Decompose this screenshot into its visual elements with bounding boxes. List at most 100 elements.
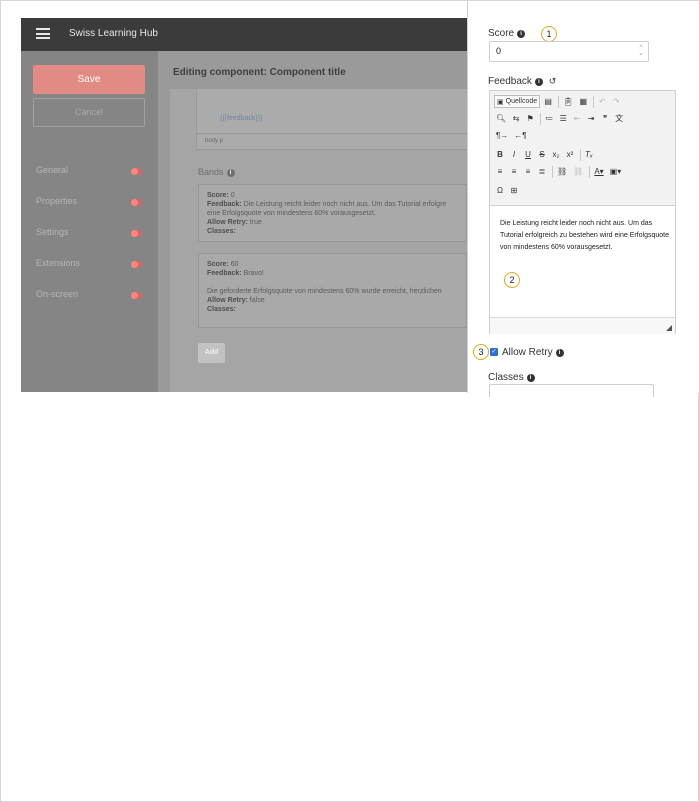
bold-icon[interactable]: B xyxy=(494,148,506,161)
band-item[interactable]: Score: 60 Feedback: Bravo! Die gefordert… xyxy=(198,253,467,328)
retry-label: Allow Retry: xyxy=(207,297,248,304)
document-icon: ▣ xyxy=(497,98,504,106)
main-content: Editing component: Component title {{{fe… xyxy=(158,51,467,392)
sidebar: Save Cancel General Properties Settings … xyxy=(21,51,158,392)
resize-handle-icon[interactable] xyxy=(666,325,672,331)
strikethrough-icon[interactable]: S xyxy=(536,148,548,161)
rich-text-editor[interactable]: ▣ Quellcode ▤ 📋︎ ▦ ↶ ↷ 🔍︎ ⇆ ⚑ ≔ ☰ ⇤ ⇥ ❞ … xyxy=(489,90,676,334)
classes-field-label: Classes i xyxy=(488,372,535,383)
italic-icon[interactable]: I xyxy=(508,148,520,161)
align-right-icon[interactable]: ≡ xyxy=(522,165,534,178)
info-icon[interactable]: i xyxy=(526,374,535,382)
align-center-icon[interactable]: ≡ xyxy=(508,165,520,178)
band-edit-panel: Score i 1 0 ⌃ ⌄ Feedback i ↺ ▣ Quellcode ▤ 📋… xyxy=(467,1,699,397)
toggle-switch[interactable] xyxy=(131,199,142,206)
menu-icon[interactable] xyxy=(36,28,50,39)
numbered-list-icon[interactable]: ≔ xyxy=(543,112,555,125)
indent-icon[interactable]: ⇥ xyxy=(585,112,597,125)
feedback-label: Feedback: xyxy=(207,201,242,208)
flag-icon[interactable]: ⚑ xyxy=(524,112,536,125)
source-button[interactable]: ▣ Quellcode xyxy=(494,95,541,108)
sidebar-item-on-screen[interactable]: On-screen xyxy=(36,289,146,303)
clear-format-icon[interactable]: Tₓ xyxy=(583,148,595,161)
classes-label-text: Classes xyxy=(488,372,524,383)
component-card: {{{feedback}}} body p Bands i Score: 0 Fe… xyxy=(170,89,467,392)
find-icon[interactable]: 🔍︎ xyxy=(494,112,508,125)
undo-icon[interactable]: ↶ xyxy=(596,95,608,108)
toggle-switch[interactable] xyxy=(131,292,142,299)
score-label: Score: xyxy=(207,192,229,199)
sidebar-item-extensions[interactable]: Extensions xyxy=(36,258,146,272)
score-label-text: Score xyxy=(488,28,515,39)
templates-icon[interactable]: ▤ xyxy=(542,95,554,108)
toggle-switch[interactable] xyxy=(131,230,142,237)
editor-content[interactable]: Die Leistung reicht leider noch nicht au… xyxy=(500,218,670,254)
rtl-icon[interactable]: ←¶ xyxy=(512,129,528,142)
language-icon[interactable]: 文 xyxy=(613,112,625,125)
unlink-icon[interactable]: ⛓︎ xyxy=(571,165,585,178)
sidebar-item-general[interactable]: General xyxy=(36,165,146,179)
allow-retry-label: Allow Retry i xyxy=(502,347,564,358)
sidebar-item-settings[interactable]: Settings xyxy=(36,227,146,241)
replace-icon[interactable]: ⇆ xyxy=(510,112,522,125)
subscript-icon[interactable]: x₂ xyxy=(550,148,562,161)
redo-icon[interactable]: ↷ xyxy=(610,95,622,108)
feedback-text-cont: eine Erfolgsquote von mindestens 60% vor… xyxy=(207,210,376,217)
blockquote-icon[interactable]: ❞ xyxy=(599,112,611,125)
score-field-label: Score i xyxy=(488,28,526,39)
paste-text-icon[interactable]: ▦ xyxy=(577,95,589,108)
sidebar-item-label: Settings xyxy=(36,227,69,237)
allow-retry-text: Allow Retry xyxy=(502,347,553,358)
paste-icon[interactable]: 📋︎ xyxy=(561,95,575,108)
toggle-switch[interactable] xyxy=(131,261,142,268)
toggle-switch[interactable] xyxy=(131,168,142,175)
justify-icon[interactable]: ≣ xyxy=(536,165,548,178)
sidebar-item-label: On-screen xyxy=(36,289,79,299)
ltr-icon[interactable]: ¶→ xyxy=(494,129,510,142)
feedback-text-cont: Die geforderte Erfolgsquote von mindeste… xyxy=(207,288,442,295)
align-left-icon[interactable]: ≡ xyxy=(494,165,506,178)
outdent-icon[interactable]: ⇤ xyxy=(571,112,583,125)
info-icon[interactable]: i xyxy=(534,78,543,86)
cancel-button[interactable]: Cancel xyxy=(33,98,145,127)
sidebar-item-label: Extensions xyxy=(36,258,81,268)
spinner-icon[interactable]: ⌃ ⌄ xyxy=(638,45,644,57)
retry-value: true xyxy=(249,219,262,226)
top-bar: Swiss Learning Hub xyxy=(21,18,467,51)
background-color-icon[interactable]: ▣▾ xyxy=(608,165,624,178)
screenshot-frame: Swiss Learning Hub Save Cancel General P… xyxy=(0,0,699,802)
bands-heading-label: Bands xyxy=(198,167,224,177)
source-button-label: Quellcode xyxy=(505,98,538,105)
app-background: Swiss Learning Hub Save Cancel General P… xyxy=(21,18,467,392)
bulleted-list-icon[interactable]: ☰ xyxy=(557,112,569,125)
template-tag: {{{feedback}}} xyxy=(220,115,263,122)
add-band-button[interactable]: Add xyxy=(198,343,225,363)
classes-label: Classes: xyxy=(207,306,236,313)
feedback-label-text: Feedback xyxy=(488,76,532,87)
sidebar-item-label: Properties xyxy=(36,196,78,206)
link-icon[interactable]: ⛓︎ xyxy=(555,165,569,178)
info-icon[interactable]: i xyxy=(555,349,564,357)
sidebar-item-properties[interactable]: Properties xyxy=(36,196,146,210)
score-input-value: 0 xyxy=(496,46,502,56)
score-input[interactable]: 0 ⌃ ⌄ xyxy=(489,41,649,62)
superscript-icon[interactable]: x² xyxy=(564,148,576,161)
feedback-editor-preview[interactable]: {{{feedback}}} body p xyxy=(196,89,467,150)
allow-retry-checkbox[interactable]: ✓ xyxy=(490,348,498,356)
underline-icon[interactable]: U xyxy=(522,148,534,161)
feedback-label: Feedback: xyxy=(207,270,242,277)
callout-marker-2: 2 xyxy=(504,272,520,288)
classes-label: Classes: xyxy=(207,228,236,235)
editor-statusbar xyxy=(490,317,675,334)
special-char-icon[interactable]: Ω xyxy=(494,184,506,197)
save-button[interactable]: Save xyxy=(33,65,145,94)
reset-icon[interactable]: ↺ xyxy=(549,76,557,86)
table-icon[interactable]: ⊞ xyxy=(508,184,520,197)
band-item[interactable]: Score: 0 Feedback: Die Leistung reicht l… xyxy=(198,184,467,242)
info-icon[interactable]: i xyxy=(226,169,235,177)
page-title: Editing component: Component title xyxy=(173,67,346,78)
info-icon[interactable]: i xyxy=(517,30,526,38)
text-color-icon[interactable]: A▾ xyxy=(592,165,605,178)
score-value: 0 xyxy=(230,192,235,199)
classes-input[interactable] xyxy=(489,384,654,397)
